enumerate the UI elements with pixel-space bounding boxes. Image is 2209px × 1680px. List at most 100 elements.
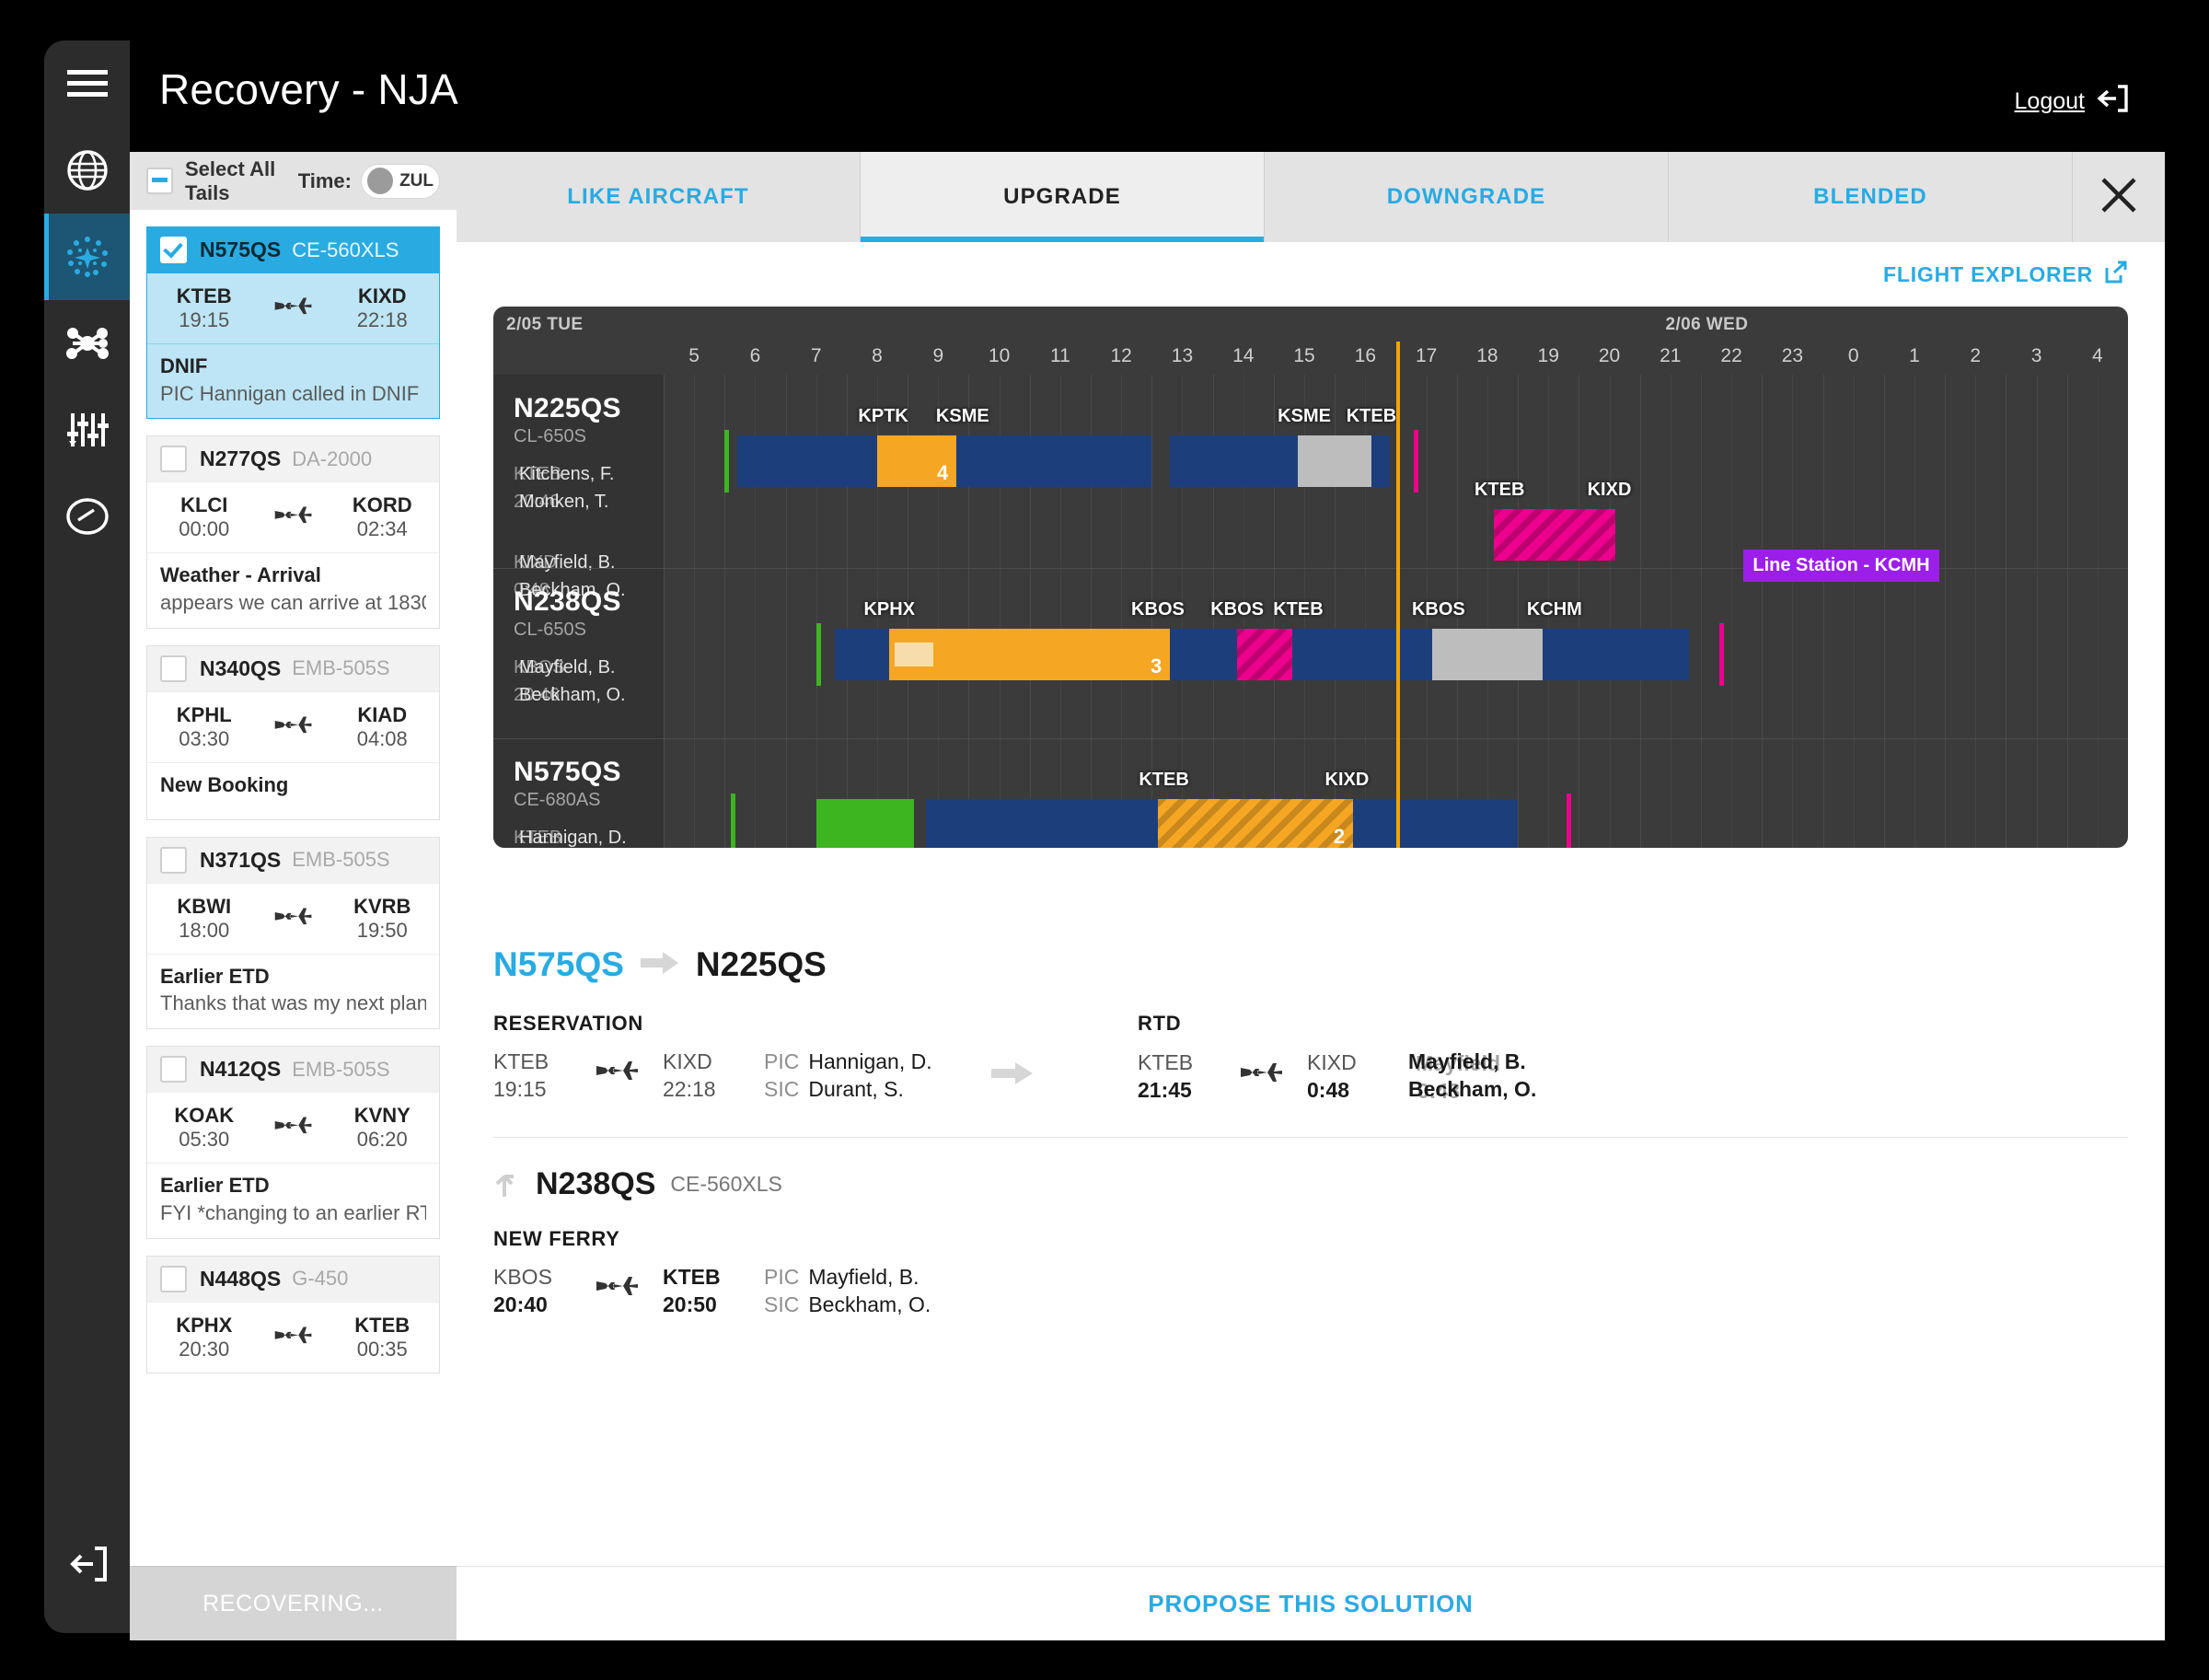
- plane-icon: [261, 905, 326, 933]
- transition-arrow-icon: [990, 1060, 1034, 1091]
- exit-button[interactable]: [44, 1523, 130, 1609]
- tail-number: N277QS: [200, 446, 282, 471]
- gantt-bar[interactable]: [1237, 629, 1292, 680]
- tail-checkbox[interactable]: [160, 1265, 187, 1292]
- gantt-station-label: KBOS: [1411, 599, 1465, 620]
- gridline: [1975, 375, 1977, 848]
- gantt-hour-tick: 11: [1049, 345, 1070, 366]
- details-divider: [493, 1137, 2128, 1138]
- tail-checkbox[interactable]: [160, 446, 187, 473]
- gantt-bar[interactable]: 4: [877, 435, 957, 487]
- arr-time: 19:50: [356, 918, 408, 942]
- tails-list[interactable]: N575QS CE-560XLS KTEB 19:15 KIXD 22:18 DNIF PIC…: [130, 210, 457, 1567]
- ferry-tail: N238QS: [536, 1166, 656, 1201]
- reservation-dest: KIXD 22:18: [663, 1049, 742, 1104]
- sidebar-item-recovery[interactable]: [44, 214, 130, 300]
- leg-origin: KBWI 18:00: [147, 895, 261, 943]
- plane-icon: [261, 1114, 326, 1141]
- gantt-row-label[interactable]: N238QS CL-650S KBOS Mayfield, B. 20:46 Beckha…: [514, 586, 658, 711]
- arr-time: 00:35: [356, 1337, 408, 1361]
- rtd-crew-bottom: Beckham, O.: [1408, 1077, 1537, 1101]
- gantt-duty-tick: [1414, 430, 1419, 492]
- gantt-hour-tick: 12: [1110, 345, 1132, 366]
- sidebar-item-connections[interactable]: [44, 300, 130, 387]
- leg-dest: KIAD 04:08: [326, 703, 440, 751]
- sidebar-item-global[interactable]: [44, 127, 130, 214]
- gantt-bar[interactable]: [1493, 509, 1616, 561]
- solution-tabs[interactable]: LIKE AIRCRAFT UPGRADE DOWNGRADE BLENDED: [457, 152, 2165, 242]
- gridline: [1945, 375, 1947, 848]
- propose-solution-button[interactable]: PROPOSE THIS SOLUTION: [457, 1566, 2165, 1640]
- gantt-bar[interactable]: 2: [1157, 799, 1354, 848]
- reservation-sic-line: SIC Durant, S.: [764, 1076, 932, 1104]
- tail-note: Earlier ETD FYI *changing to an earlier R…: [147, 1163, 439, 1237]
- sidebar-item-performance[interactable]: [44, 473, 130, 560]
- solution-title: N575QS N225QS: [493, 921, 2128, 984]
- tail-card[interactable]: N575QS CE-560XLS KTEB 19:15 KIXD 22:18 DNIF PIC…: [146, 226, 440, 420]
- gantt-line-station-label[interactable]: Line Station - KCMH: [1743, 550, 1939, 582]
- tail-card-header[interactable]: N340QS EMB-505S: [147, 645, 439, 691]
- gantt-bar[interactable]: 3: [889, 629, 1171, 680]
- gantt-bar[interactable]: [1298, 435, 1371, 487]
- flight-explorer-link[interactable]: FLIGHT EXPLORER: [457, 242, 2165, 307]
- close-button[interactable]: [2073, 152, 2165, 242]
- rtd-header: RTD: [1138, 1012, 1182, 1035]
- tail-card-header[interactable]: N575QS CE-560XLS: [147, 227, 439, 272]
- crew-name: Monken, T.: [519, 492, 609, 512]
- logout-button[interactable]: Logout: [2015, 85, 2128, 119]
- gantt-row-label[interactable]: N575QS CE-680AS KTEBHannigan, D.21:45Duran…: [514, 757, 658, 848]
- time-mode-control[interactable]: Time: ZUL: [297, 163, 440, 199]
- top-bar: Recovery - NJA Logout: [130, 41, 2165, 152]
- tab-downgrade[interactable]: DOWNGRADE: [1265, 152, 1669, 242]
- ferry-type: CE-560XLS: [670, 1172, 782, 1196]
- menu-button[interactable]: [44, 41, 130, 127]
- tail-type: EMB-505S: [292, 656, 390, 680]
- tab-blended[interactable]: BLENDED: [1669, 152, 2073, 242]
- tail-card[interactable]: N277QS DA-2000 KLCI 00:00 KORD 02:34 Weather -…: [146, 435, 440, 629]
- tail-checkbox[interactable]: [160, 846, 187, 874]
- gantt-bar[interactable]: [1432, 629, 1543, 680]
- tail-card[interactable]: N448QS G-450 KPHX 20:30 KTEB 00:35: [146, 1255, 440, 1373]
- plane-icon: [261, 504, 326, 531]
- crew-name: Hannigan, D.: [519, 828, 627, 848]
- rtd-arr-time: 0:48: [1307, 1078, 1350, 1102]
- time-toggle[interactable]: ZUL: [361, 163, 440, 199]
- gantt-duty-tick: [1567, 794, 1572, 848]
- leg-origin: KOAK 05:30: [147, 1104, 261, 1152]
- tail-checkbox[interactable]: [160, 655, 187, 682]
- sidebar-item-filters[interactable]: [44, 387, 130, 473]
- tail-card[interactable]: N412QS EMB-505S KOAK 05:30 KVNY 06:20 Earlier …: [146, 1046, 440, 1239]
- gantt-duty-tick: [730, 794, 735, 848]
- gantt-hour-tick: 8: [872, 345, 883, 366]
- tab-like-aircraft[interactable]: LIKE AIRCRAFT: [457, 152, 861, 242]
- tail-card-header[interactable]: N412QS EMB-505S: [147, 1047, 439, 1093]
- tab-upgrade[interactable]: UPGRADE: [861, 152, 1265, 242]
- logout-icon: [2097, 85, 2128, 119]
- rtd-origin: KTEB 21:45: [1138, 1049, 1217, 1105]
- tail-card-header[interactable]: N448QS G-450: [147, 1256, 439, 1302]
- gantt-row-type: CE-680AS: [514, 790, 601, 810]
- leg-dest: KTEB 00:35: [326, 1314, 440, 1361]
- tail-card-header[interactable]: N277QS DA-2000: [147, 436, 439, 482]
- tail-checkbox[interactable]: [160, 237, 187, 263]
- tail-card[interactable]: N340QS EMB-505S KPHL 03:30 KIAD 04:08 New Book…: [146, 644, 440, 820]
- tail-card-header[interactable]: N371QS EMB-505S: [147, 837, 439, 883]
- tails-panel-header: Select All Tails Time: ZUL: [130, 152, 457, 210]
- gantt-bar[interactable]: [815, 799, 914, 848]
- tail-note: Earlier ETD Thanks that was my next plan …: [147, 953, 439, 1028]
- tail-card[interactable]: N371QS EMB-505S KBWI 18:00 KVRB 19:50 Earlier …: [146, 836, 440, 1030]
- reservation-origin-code: KTEB: [493, 1049, 549, 1073]
- time-label: Time:: [297, 168, 352, 192]
- gantt-chart[interactable]: 2/05 TUE 2/06 WED 5 6 7 8 9 10 11 12 13 14 15 16 17 18 1…: [493, 307, 2128, 848]
- select-all-checkbox[interactable]: [146, 168, 173, 194]
- gridline: [1853, 375, 1855, 848]
- gridline: [2097, 375, 2099, 848]
- note-body: FYI *changing to an earlier RTD...: [160, 1200, 426, 1224]
- tail-leg: KPHX 20:30 KTEB 00:35: [147, 1301, 440, 1373]
- tail-checkbox[interactable]: [160, 1056, 187, 1083]
- origin-code: KTEB: [176, 284, 232, 308]
- leg-origin: KTEB 19:15: [147, 284, 261, 332]
- gantt-row-label[interactable]: N225QS CL-650S KTEB Kitchens, F. 20:46 Monken…: [514, 393, 658, 600]
- rtd-crew: Mayfield Mayfield, B. 0:48 Beckham, O.: [1408, 1049, 1638, 1106]
- recovering-button: RECOVERING...: [130, 1566, 457, 1640]
